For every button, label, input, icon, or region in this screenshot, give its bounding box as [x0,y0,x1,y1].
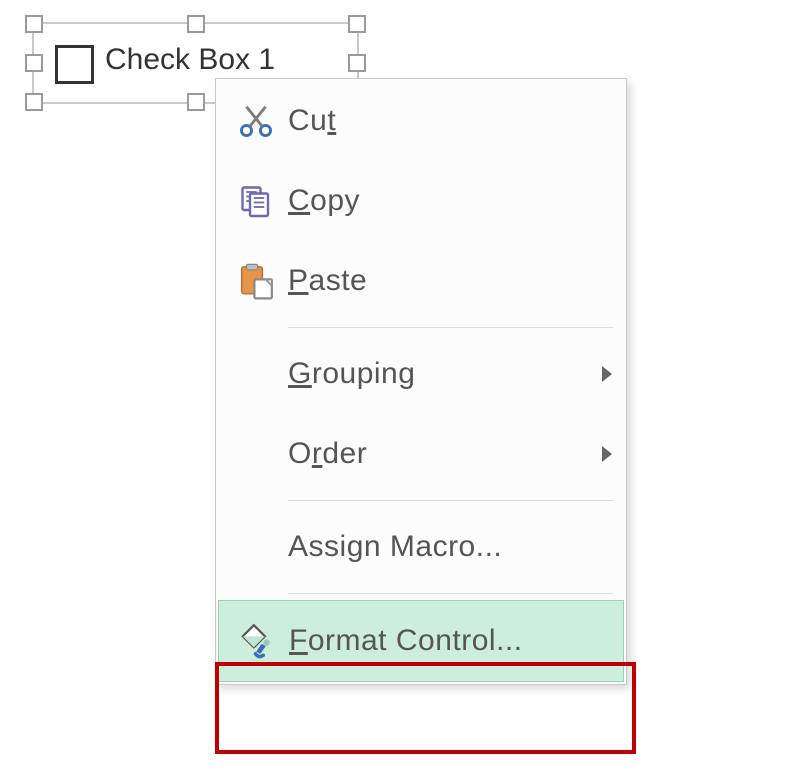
menu-separator [288,593,614,594]
resize-handle-middle-left[interactable] [25,54,43,72]
menu-item-assign-macro[interactable]: Assign Macro... [216,507,626,587]
menu-separator [288,327,614,328]
resize-handle-bottom-middle[interactable] [187,93,205,111]
submenu-arrow-icon [602,366,612,382]
scissors-icon [224,102,288,140]
menu-item-label: Copy [288,184,612,218]
menu-item-format-control[interactable]: Format Control... [218,600,624,682]
resize-handle-middle-right[interactable] [348,54,366,72]
resize-handle-top-right[interactable] [348,15,366,33]
checkbox-box[interactable] [55,45,94,84]
menu-item-copy[interactable]: Copy [216,161,626,241]
submenu-arrow-icon [602,446,612,462]
resize-handle-bottom-left[interactable] [25,93,43,111]
menu-item-label: Format Control... [289,624,611,658]
context-menu: Cut Copy [215,78,627,685]
menu-item-label: Grouping [288,357,596,391]
menu-item-label: Order [288,437,596,471]
menu-item-cut[interactable]: Cut [216,81,626,161]
resize-handle-top-left[interactable] [25,15,43,33]
copy-icon [224,183,288,219]
menu-item-label: Cut [288,104,612,138]
menu-item-grouping[interactable]: Grouping [216,334,626,414]
checkbox-label: Check Box 1 [105,43,275,77]
menu-item-paste[interactable]: Paste [216,241,626,321]
menu-item-label: Assign Macro... [288,530,612,564]
menu-item-label: Paste [288,264,612,298]
paste-icon [224,262,288,300]
resize-handle-top-middle[interactable] [187,15,205,33]
format-control-icon [225,622,289,660]
menu-item-order[interactable]: Order [216,414,626,494]
menu-separator [288,500,614,501]
